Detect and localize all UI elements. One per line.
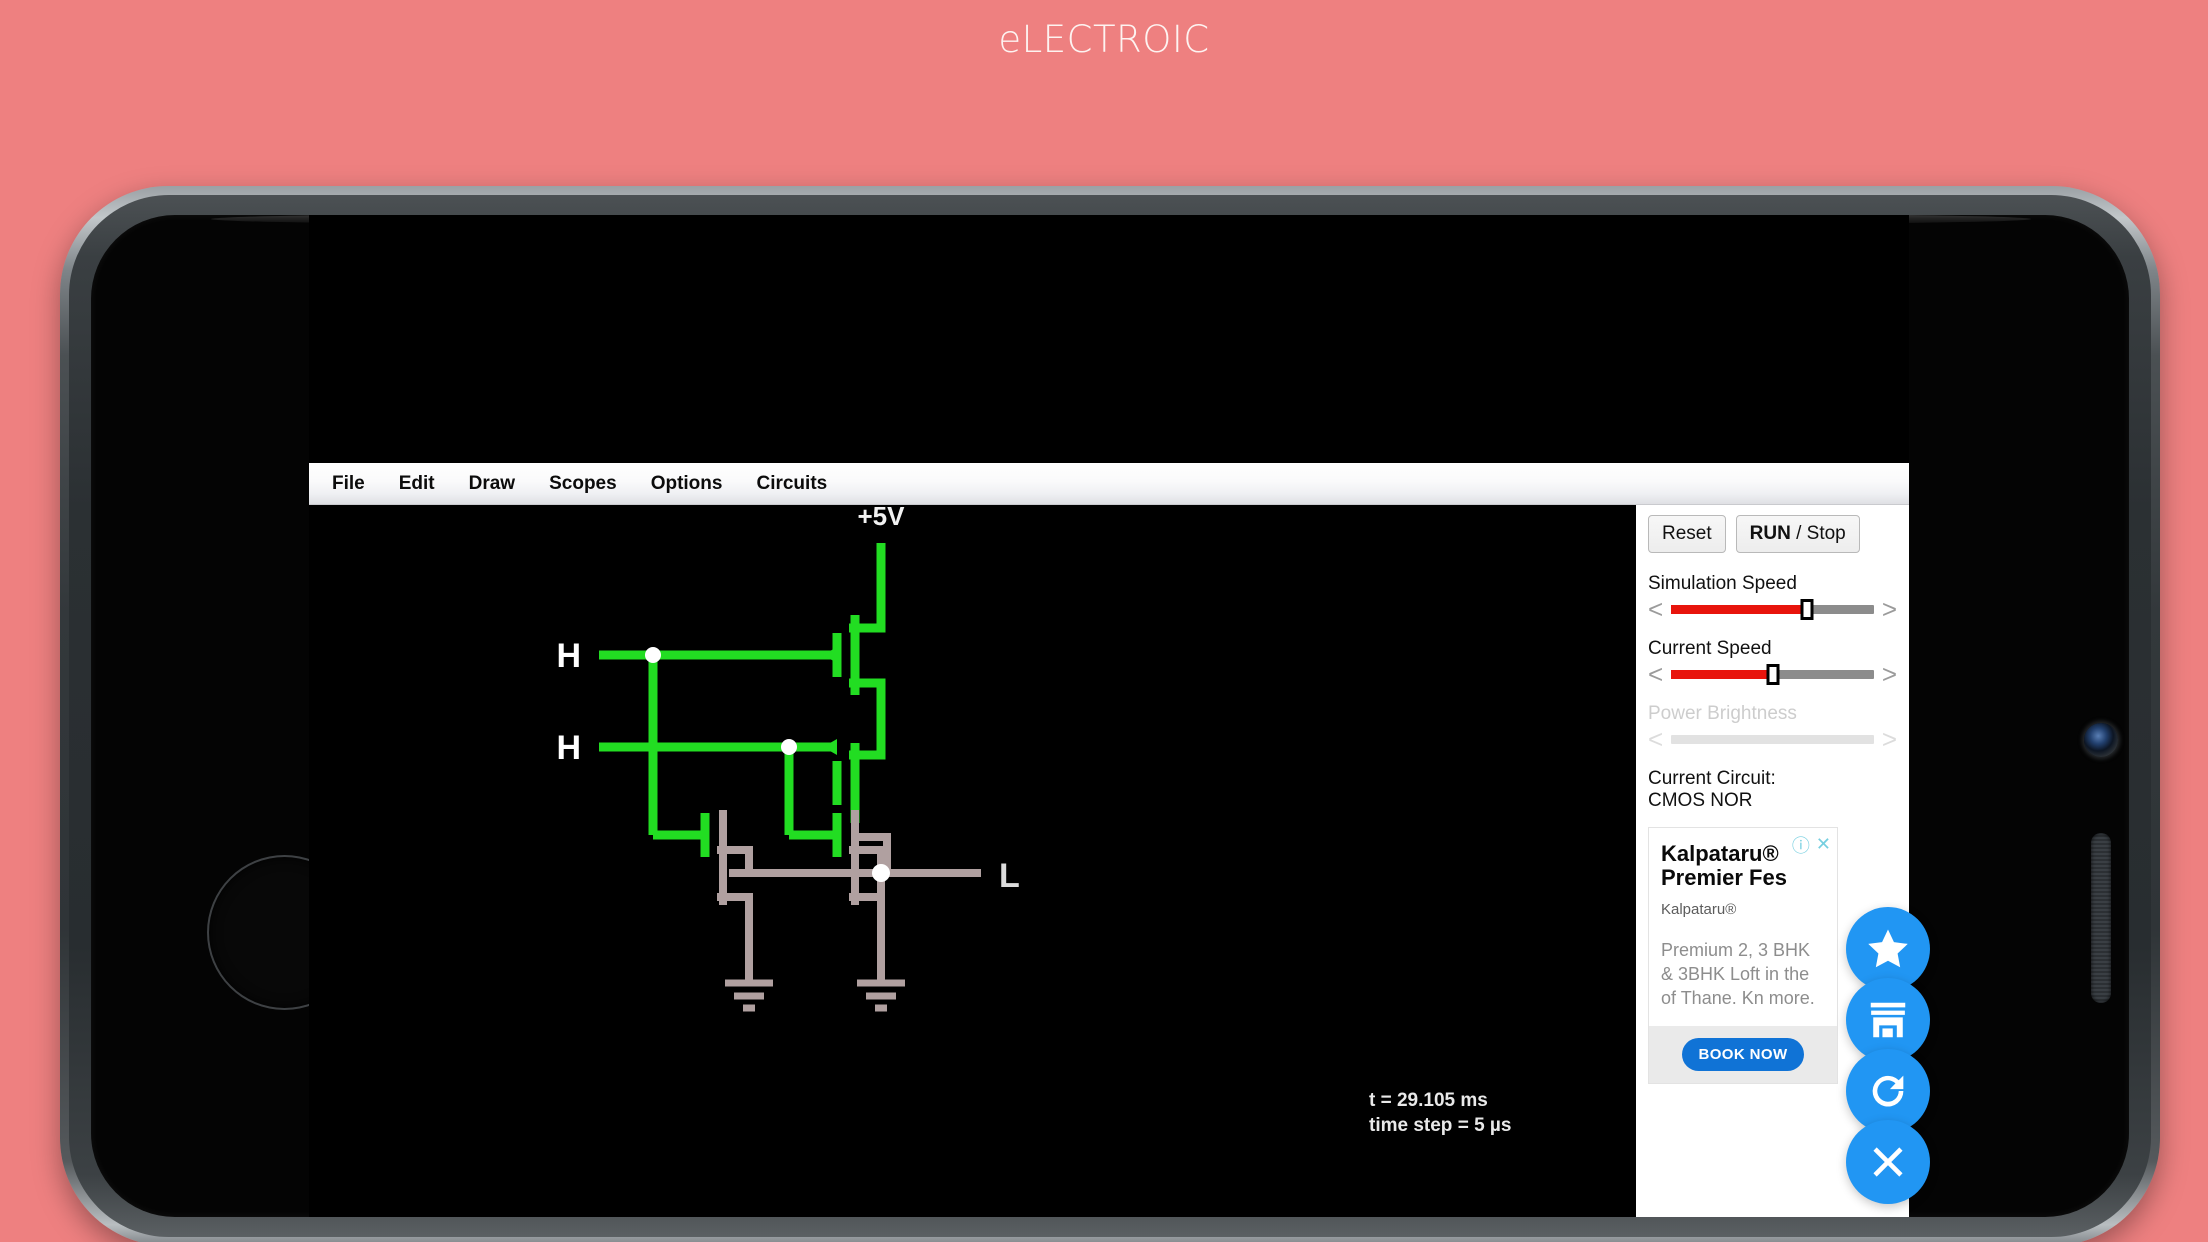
current-circuit-label: Current Circuit: <box>1648 768 1776 789</box>
circuit-diagram: +5V H H L <box>556 505 1020 1012</box>
circuit-canvas[interactable]: +5V H H L <box>309 505 1636 1165</box>
ad-cta-bar: BOOK NOW <box>1649 1026 1837 1084</box>
ad-body-text: Premium 2, 3 BHK & 3BHK Loft in the of T… <box>1661 940 1815 1009</box>
power-brightness-label: Power Brightness <box>1648 703 1797 724</box>
store-icon <box>1870 1002 1906 1038</box>
junction-node <box>781 739 797 755</box>
ad-close-icon[interactable]: ✕ <box>1816 834 1831 855</box>
control-buttons-row: Reset RUN / Stop <box>1648 515 1897 553</box>
front-camera-icon <box>2084 723 2118 757</box>
junction-node <box>645 647 661 663</box>
simulation-speed-slider[interactable] <box>1671 598 1874 620</box>
menu-bar: File Edit Draw Scopes Options Circuits <box>309 463 1909 505</box>
ad-info-icon[interactable]: ⓘ <box>1792 832 1810 858</box>
reset-button[interactable]: Reset <box>1648 515 1726 553</box>
phone-frame-inner: File Edit Draw Scopes Options Circuits +… <box>69 195 2151 1237</box>
menu-item-draw[interactable]: Draw <box>452 469 532 499</box>
supply-label: +5V <box>858 505 906 531</box>
simulation-speed-label: Simulation Speed <box>1648 573 1797 594</box>
power-brightness-group: Power Brightness < > <box>1648 703 1897 752</box>
power-brightness-row: < > <box>1648 726 1897 752</box>
simulation-status-text: t = 29.105 ms time step = 5 µs <box>1369 1090 1512 1137</box>
ad-book-now-button[interactable]: BOOK NOW <box>1682 1038 1804 1072</box>
current-speed-row: < > <box>1648 661 1897 687</box>
simulation-speed-fill <box>1671 604 1807 614</box>
earpiece-speaker <box>2091 833 2111 1003</box>
current-speed-slider[interactable] <box>1671 663 1874 685</box>
menu-item-circuits[interactable]: Circuits <box>739 469 844 499</box>
current-speed-group: Current Speed < > <box>1648 638 1897 687</box>
output-label: L <box>999 857 1020 895</box>
power-brightness-decrease-icon: < <box>1648 724 1664 754</box>
current-speed-label: Current Speed <box>1648 638 1772 659</box>
run-label: RUN <box>1749 523 1791 544</box>
reload-icon <box>1872 1075 1904 1107</box>
current-speed-thumb[interactable] <box>1766 663 1779 685</box>
simulation-speed-decrease-icon[interactable]: < <box>1648 596 1663 622</box>
simulation-speed-row: < > <box>1648 596 1897 622</box>
advertisement-panel[interactable]: ⓘ ✕ Kalpataru® Premier Fes Kalpataru® Pr… <box>1648 826 1838 1085</box>
junction-node <box>872 864 890 882</box>
power-brightness-slider <box>1671 734 1874 744</box>
simulation-speed-thumb[interactable] <box>1800 598 1814 620</box>
menu-item-options[interactable]: Options <box>634 469 740 499</box>
current-circuit-block: Current Circuit: CMOS NOR <box>1648 768 1897 813</box>
simulation-speed-group: Simulation Speed < > <box>1648 573 1897 622</box>
current-speed-decrease-icon[interactable]: < <box>1648 661 1663 687</box>
current-circuit-value: CMOS NOR <box>1648 790 1753 812</box>
current-speed-fill <box>1671 669 1773 679</box>
stop-label: / Stop <box>1790 523 1846 544</box>
menu-item-file[interactable]: File <box>315 469 382 499</box>
run-stop-button[interactable]: RUN / Stop <box>1735 515 1860 553</box>
star-icon <box>1868 929 1908 968</box>
close-fab-button[interactable] <box>1846 1120 1930 1204</box>
simulation-speed-increase-icon[interactable]: > <box>1882 596 1897 622</box>
ad-advertiser: Kalpataru® <box>1661 901 1737 919</box>
input-b-label: H <box>556 729 581 767</box>
phone-mockup: File Edit Draw Scopes Options Circuits +… <box>60 186 2160 1242</box>
close-icon <box>1873 1147 1903 1177</box>
current-speed-increase-icon[interactable]: > <box>1882 661 1897 687</box>
power-brightness-increase-icon: > <box>1881 724 1897 754</box>
page-title: eLECTROIC <box>998 18 1210 61</box>
ad-badges: ⓘ ✕ <box>1792 832 1831 858</box>
menu-item-scopes[interactable]: Scopes <box>532 469 634 499</box>
app-screen: File Edit Draw Scopes Options Circuits +… <box>309 215 1909 1217</box>
menu-item-edit[interactable]: Edit <box>382 469 452 499</box>
input-a-label: H <box>556 637 581 675</box>
phone-face: File Edit Draw Scopes Options Circuits +… <box>91 215 2129 1217</box>
